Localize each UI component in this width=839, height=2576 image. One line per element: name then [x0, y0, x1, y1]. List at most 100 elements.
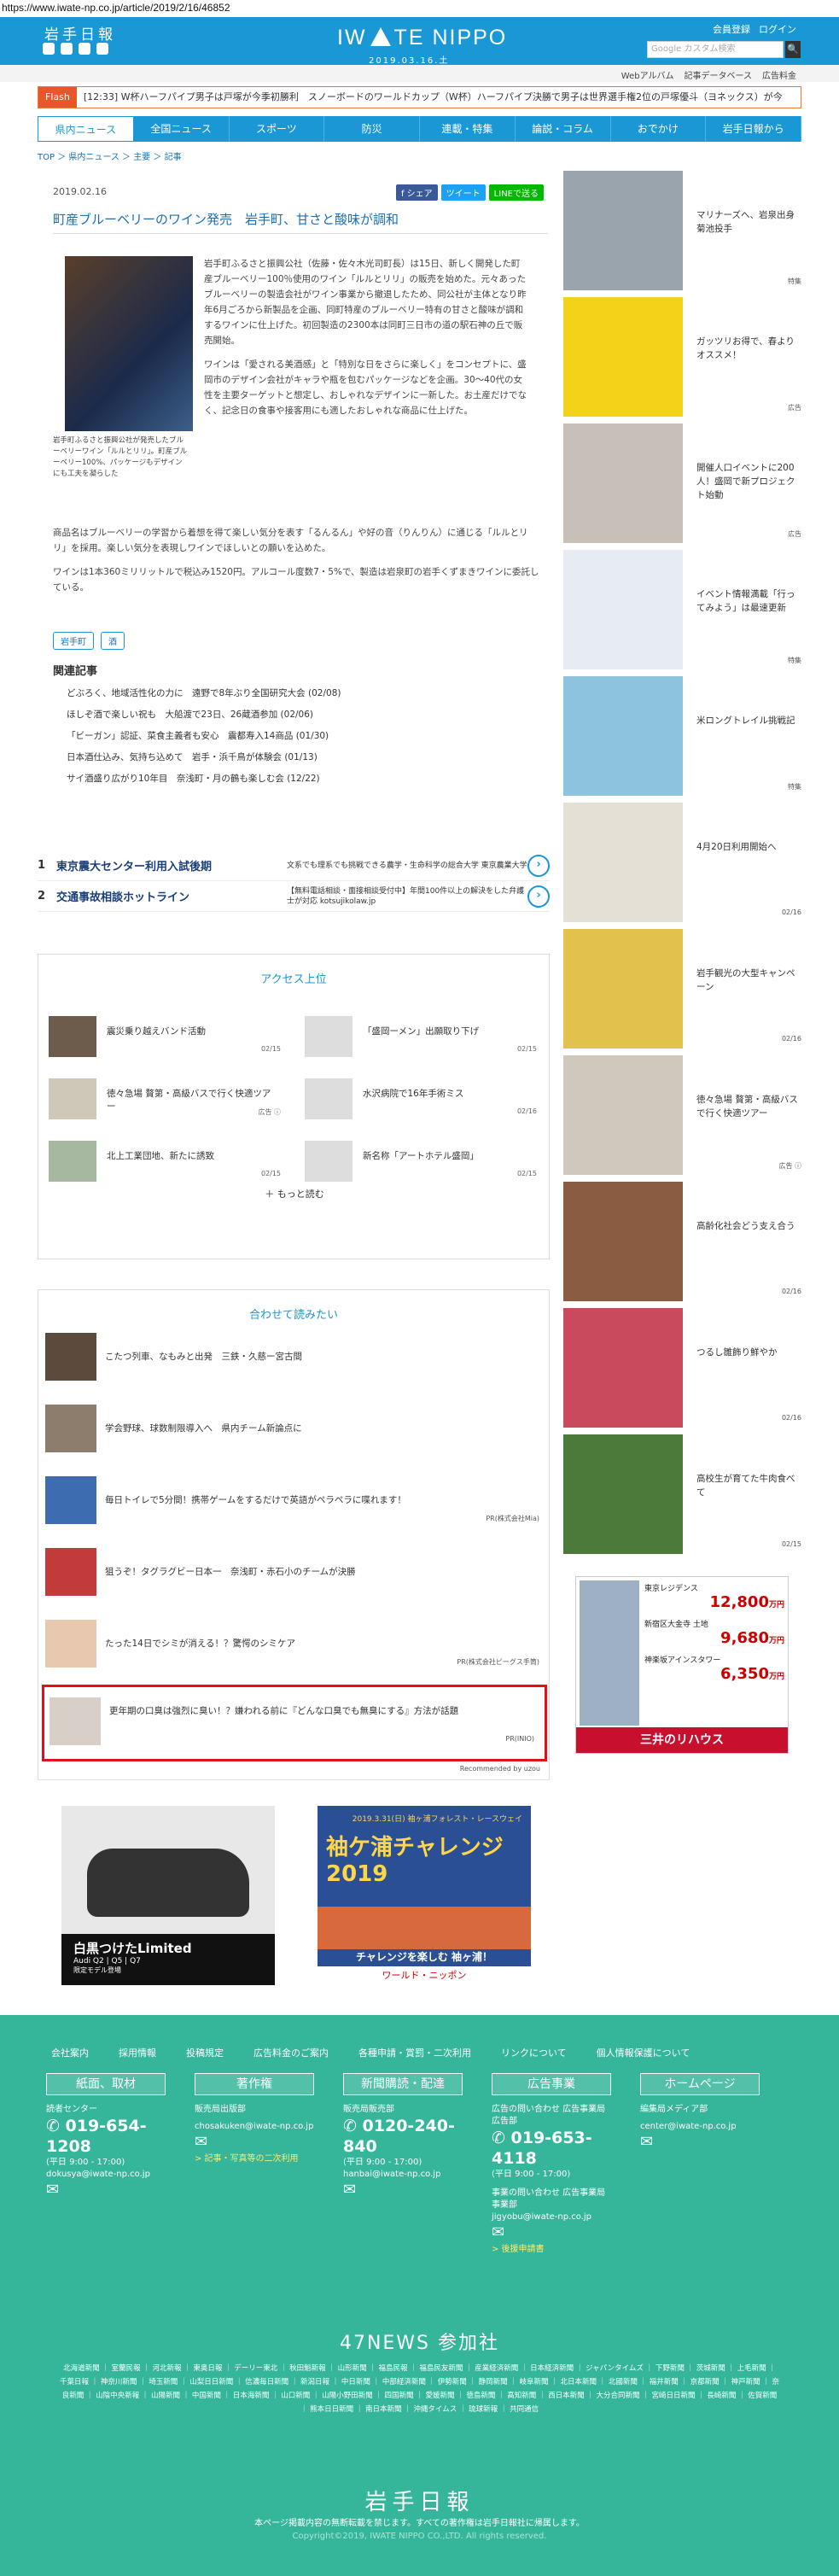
sidebar-item[interactable]: 開催人口イベントに200人！盛岡で新プロジェクト始動 広告 — [563, 423, 801, 546]
text-ad-row[interactable]: 1 東京震大センター利用入試後期 文系でも理系でも挑戦できる農学・生命科学の総合… — [38, 850, 550, 881]
uzou-credit[interactable]: Recommended by uzou — [460, 1765, 540, 1773]
sidebar-item[interactable]: イベント情報満載「行ってみよう」は最速更新 特集 — [563, 550, 801, 673]
mail-icon[interactable]: ✉ — [343, 2181, 463, 2199]
flash-text[interactable]: [12:33] W杯ハーフパイプ男子は戸塚が今季初勝利 スノーボードのワールドカ… — [84, 91, 783, 102]
recommend-text[interactable]: 毎日トイレで5分間！携帯ゲームをするだけで英語がペラペラに喋れます！ — [105, 1493, 406, 1506]
related-item[interactable]: どぶろく、地域活性化の力に 遠野で8年ぶり全国研究大会 (02/08) — [53, 683, 539, 704]
sidebar-item[interactable]: マリナーズへ、岩泉出身菊池投手 特集 — [563, 171, 801, 294]
facebook-share-button[interactable]: f シェア — [395, 184, 438, 201]
ranking-text[interactable]: 震災乗り越えバンド活動 — [107, 1025, 277, 1037]
subbar-link-album[interactable]: Webアルバム — [621, 68, 674, 81]
sodegaura-banner-ad[interactable]: 2019.3.31(日) 袖ヶ浦フォレスト・レースウェイ 袖ケ浦チャレンジ201… — [318, 1806, 531, 1985]
article-photo[interactable] — [65, 256, 193, 431]
phone-number[interactable]: ✆ 0120-240-840 — [343, 2116, 463, 2157]
recommend-item[interactable]: 学会野球、球数制限導入へ 県内チーム新論点に — [45, 1405, 545, 1456]
sidebar-text[interactable]: イベント情報満載「行ってみよう」は最速更新 — [696, 587, 799, 615]
sidebar-text[interactable]: 4月20日利用開始へ — [696, 840, 799, 854]
related-item[interactable]: 「ビーガン」認証、菜食主義者も安心 震都寿入14商品 (01/30) — [53, 726, 539, 747]
subbar-link-adrates[interactable]: 広告料金 — [762, 68, 796, 81]
recommend-text[interactable]: 学会野球、球数制限導入へ 県内チーム新論点に — [105, 1422, 302, 1434]
chevron-right-icon[interactable]: › — [527, 885, 550, 908]
mail-icon[interactable]: ✉ — [640, 2133, 760, 2151]
ranking-item[interactable]: 水沢病院で16年手術ミス 02/16 — [298, 1078, 537, 1121]
mail-icon[interactable]: ✉ — [195, 2133, 314, 2151]
nav-tab-outing[interactable]: おでかけ — [611, 116, 707, 142]
sidebar-item[interactable]: 米ロングトレイル挑戦記 特集 — [563, 676, 801, 799]
recommend-text[interactable]: 更年期の口臭は強烈に臭い！？嫌われる前に『どんな口臭でも無臭にする』方法が話題 — [109, 1704, 527, 1718]
recommend-item[interactable]: 毎日トイレで5分間！携帯ゲームをするだけで英語がペラペラに喋れます！ PR(株式会… — [45, 1476, 545, 1527]
read-more-link[interactable]: ＋ もっと読む — [38, 1187, 551, 1200]
ad-title[interactable]: 東京震大センター利用入試後期 — [56, 857, 287, 873]
member-register-link[interactable]: 会員登録 — [713, 22, 750, 36]
support-application-link[interactable]: > 後援申請書 — [492, 2241, 611, 2254]
site-logo[interactable]: 岩手日報 — [44, 22, 116, 44]
recommend-item[interactable]: 更年期の口臭は強烈に臭い！？嫌われる前に『どんな口臭でも無臭にする』方法が話題 P… — [50, 1697, 539, 1749]
related-item[interactable]: サイ酒盛り広がり10年目 奈浅町・月の鶴も楽しむ会 (12/22) — [53, 768, 539, 790]
chevron-right-icon[interactable]: › — [527, 854, 550, 877]
recommend-item[interactable]: こたつ列車、なもみと出発 三鉄・久慈ー宮古間 — [45, 1333, 545, 1384]
login-link[interactable]: ログイン — [759, 22, 796, 36]
sidebar-text[interactable]: 徳々急場 贅第・高級バスで行く快適ツアー — [696, 1093, 799, 1120]
recommend-item[interactable]: たった14日でシミが消える！？驚愕のシミケア PR(株式会社ビーグス手筒) — [45, 1620, 545, 1671]
footer-link[interactable]: 広告料金のご案内 — [253, 2046, 329, 2059]
footer-link[interactable]: 投稿規定 — [186, 2046, 224, 2059]
footer-link[interactable]: 各種申請・賞罰・二次利用 — [358, 2046, 471, 2059]
search-icon[interactable]: 🔍 — [785, 41, 801, 58]
tag-iwate-town[interactable]: 岩手町 — [53, 632, 94, 650]
sidebar-text[interactable]: 高齢化社会どう支え合う — [696, 1219, 799, 1233]
sidebar-text[interactable]: 開催人口イベントに200人！盛岡で新プロジェクト始動 — [696, 461, 799, 502]
ranking-item[interactable]: 新名称「アートホテル盛岡」 02/15 — [298, 1141, 537, 1183]
footer-link[interactable]: リンクについて — [501, 2046, 567, 2059]
footer-link[interactable]: 会社案内 — [51, 2046, 89, 2059]
nav-tab-editorial[interactable]: 論説・コラム — [516, 116, 611, 142]
sidebar-text[interactable]: マリナーズへ、岩泉出身菊池投手 — [696, 208, 799, 236]
nav-tab-from-nippo[interactable]: 岩手日報から — [706, 116, 801, 142]
sidebar-item[interactable]: 徳々急場 贅第・高級バスで行く快適ツアー 広告 ⓘ — [563, 1055, 801, 1178]
nav-tab-local-news[interactable]: 県内ニュース — [38, 116, 134, 142]
search-input[interactable]: Google カスタム検索 — [647, 41, 784, 58]
line-share-button[interactable]: LINEで送る — [488, 184, 544, 201]
related-item[interactable]: ほしぞ酒で楽しい祝も 大船渡で23日、26蔵酒参加 (02/06) — [53, 704, 539, 726]
recommend-text[interactable]: たった14日でシミが消える！？驚愕のシミケア — [105, 1637, 295, 1650]
ad-title[interactable]: 交通事故相談ホットライン — [56, 888, 287, 904]
audi-banner-ad[interactable]: 白黒つけたLimited Audi Q2 | Q5 | Q7 限定モデル登場 — [61, 1806, 275, 1985]
sidebar-item[interactable]: 4月20日利用開始へ 02/16 — [563, 803, 801, 926]
sidebar-item[interactable]: 高校生が育てた牛肉食べて 02/15 — [563, 1434, 801, 1557]
ranking-text[interactable]: 水沢病院で16年手術ミス — [363, 1087, 533, 1100]
sidebar-item[interactable]: つるし雛飾り鮮やか 02/16 — [563, 1308, 801, 1431]
footer-email[interactable]: dokusya@iwate-np.co.jp — [46, 2169, 166, 2181]
brand-logo[interactable]: IW TE NIPPO — [337, 26, 507, 50]
highlighted-recommend-ad[interactable]: 更年期の口臭は強烈に臭い！？嫌われる前に『どんな口臭でも無臭にする』方法が話題 P… — [42, 1685, 547, 1761]
47news-members[interactable]: 北海道新聞 ｜ 室蘭民報 ｜ 河北新報 ｜ 東奥日報 ｜ デーリー東北 ｜ 秋田… — [60, 2362, 779, 2416]
ranking-text[interactable]: 「盛岡ーメン」出願取り下げ — [363, 1025, 533, 1037]
footer-email[interactable]: hanbai@iwate-np.co.jp — [343, 2169, 463, 2181]
ranking-item[interactable]: 徳々急場 贅第・高級バスで行く快適ツアー 広告 ⓘ — [42, 1078, 281, 1121]
breadcrumb[interactable]: TOP ＞ 県内ニュース ＞ 主要 ＞ 記事 — [38, 149, 182, 162]
sidebar-text[interactable]: 高校生が育てた牛肉食べて — [696, 1472, 799, 1499]
phone-number[interactable]: ✆ 019-654-1208 — [46, 2116, 166, 2157]
ranking-text[interactable]: 新名称「アートホテル盛岡」 — [363, 1149, 533, 1162]
nav-tab-sports[interactable]: スポーツ — [230, 116, 325, 142]
related-item[interactable]: 日本酒仕込み、気持ち込めて 岩手・浜千鳥が体験会 (01/13) — [53, 747, 539, 768]
ranking-item[interactable]: 「盛岡ーメン」出願取り下げ 02/15 — [298, 1016, 537, 1059]
subbar-link-database[interactable]: 記事データベース — [685, 68, 753, 81]
sidebar-item[interactable]: 岩手観光の大型キャンペーン 02/16 — [563, 929, 801, 1052]
instagram-icon[interactable] — [96, 43, 108, 55]
footer-email[interactable]: center@iwate-np.co.jp — [640, 2121, 760, 2133]
sidebar-text[interactable]: ガッツリお得で、春よりオススメ！ — [696, 335, 799, 362]
footer-link[interactable]: 採用情報 — [119, 2046, 156, 2059]
sidebar-item[interactable]: 高齢化社会どう支え合う 02/16 — [563, 1182, 801, 1305]
rehouse-banner-ad[interactable]: 東京レジデンス 12,800万円 新宿区大金寺 土地 9,680万円 神楽坂アイ… — [575, 1576, 789, 1754]
footer-logo[interactable]: 岩手日報 — [0, 2485, 839, 2516]
ranking-text[interactable]: 徳々急場 贅第・高級バスで行く快適ツアー — [107, 1087, 277, 1113]
phone-number[interactable]: ✆ 019-653-4118 — [492, 2128, 611, 2169]
recommend-item[interactable]: 狙うぞ！タグラグビー日本一 奈浅町・赤石小のチームが決勝 — [45, 1548, 545, 1599]
recommend-text[interactable]: 狙うぞ！タグラグビー日本一 奈浅町・赤石小のチームが決勝 — [105, 1565, 356, 1578]
url-bar[interactable]: https://www.iwate-np.co.jp/article/2019/… — [0, 0, 839, 17]
tag-sake[interactable]: 酒 — [101, 632, 125, 650]
footer-email[interactable]: chosakuken@iwate-np.co.jp — [195, 2121, 314, 2133]
nav-tab-features[interactable]: 連載・特集 — [420, 116, 516, 142]
flash-news-ticker[interactable]: Flash [12:33] W杯ハーフパイプ男子は戸塚が今季初勝利 スノーボードの… — [38, 86, 801, 108]
tweet-button[interactable]: ツイート — [440, 184, 486, 201]
sidebar-item[interactable]: ガッツリお得で、春よりオススメ！ 広告 — [563, 297, 801, 420]
